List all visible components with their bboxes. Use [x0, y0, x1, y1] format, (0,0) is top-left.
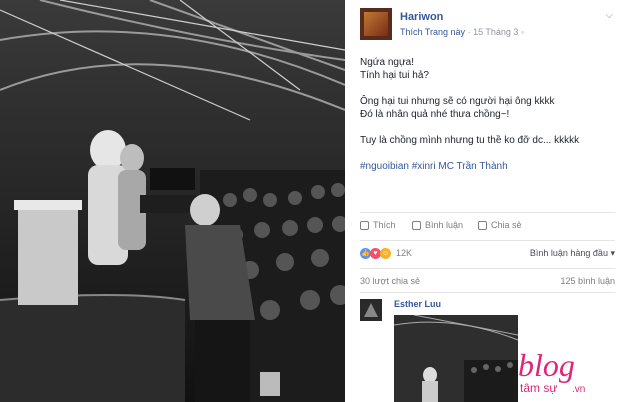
like-page-link[interactable]: Thích Trang này [400, 27, 465, 37]
post-photo[interactable] [0, 0, 345, 402]
commenter-avatar[interactable] [360, 299, 382, 321]
shares-count[interactable]: 30 lượt chia sẻ [360, 276, 420, 286]
post-panel: Hariwon Thích Trang này · 15 Tháng 3 ◦ ⌵… [350, 0, 620, 402]
page-name-link[interactable]: Hariwon [400, 11, 443, 23]
page-avatar[interactable] [360, 8, 392, 40]
globe-icon: ◦ [520, 27, 525, 37]
hashtags[interactable]: #nguoibian #xinri MC Trần Thành [360, 160, 615, 173]
divider [360, 240, 615, 241]
post-line: Ông hại tui nhưng sẽ có người hại ông kk… [360, 96, 555, 107]
post-line: Đó là nhân quả nhé thưa chồng~! [360, 109, 510, 120]
post-meta: Thích Trang này · 15 Tháng 3 ◦ [400, 27, 525, 37]
post-line [360, 82, 615, 95]
commenter-name[interactable]: Esther Luu [394, 299, 441, 309]
comment-photo[interactable] [394, 315, 518, 402]
reactions-row: 👍 ♥ ☺ 12K Bình luận hàng đầu ▾ [360, 248, 615, 262]
like-icon [360, 220, 369, 230]
post-line: Ngứa ngựa! [360, 57, 414, 68]
share-button[interactable]: Chia sẻ [478, 220, 522, 230]
caret-down-icon: ▾ [610, 248, 615, 258]
blogtamsu-logo: blog tâm sự .vn [518, 347, 585, 395]
comment-sort-dropdown[interactable]: Bình luận hàng đầu ▾ [530, 248, 615, 259]
post-date[interactable]: 15 Tháng 3 [473, 27, 518, 37]
watermark-bottom: tâm sự [520, 381, 557, 395]
comment-button[interactable]: Bình luận [412, 220, 463, 230]
engagement-counts: 30 lượt chia sẻ 125 bình luận [360, 276, 615, 288]
post-line: Tính hại tui hả? [360, 70, 429, 81]
watermark-suffix: .vn [572, 384, 585, 395]
post-body: Ngứa ngựa! Tính hại tui hả? Ông hại tui … [360, 56, 615, 173]
watermark-top: blog [518, 347, 575, 383]
divider [360, 268, 615, 269]
comments-count[interactable]: 125 bình luận [560, 276, 615, 286]
reaction-count[interactable]: 12K [396, 248, 412, 258]
divider [360, 212, 615, 213]
like-button[interactable]: Thích [360, 220, 396, 230]
comment-icon [412, 220, 421, 230]
action-bar: Thích Bình luận Chia sẻ [360, 220, 615, 234]
blogtamsu-watermark: blog tâm sự .vn [514, 346, 610, 396]
post-line [360, 147, 615, 160]
post-line [360, 121, 615, 134]
post-header: Hariwon Thích Trang này · 15 Tháng 3 ◦ ⌵ [360, 8, 615, 42]
post-line: Tuy là chồng mình nhưng tu thề ko đỡ dc.… [360, 135, 580, 146]
haha-reaction-icon[interactable]: ☺ [380, 248, 391, 259]
share-icon [478, 220, 487, 230]
chevron-down-icon[interactable]: ⌵ [605, 10, 613, 21]
divider [360, 292, 615, 293]
